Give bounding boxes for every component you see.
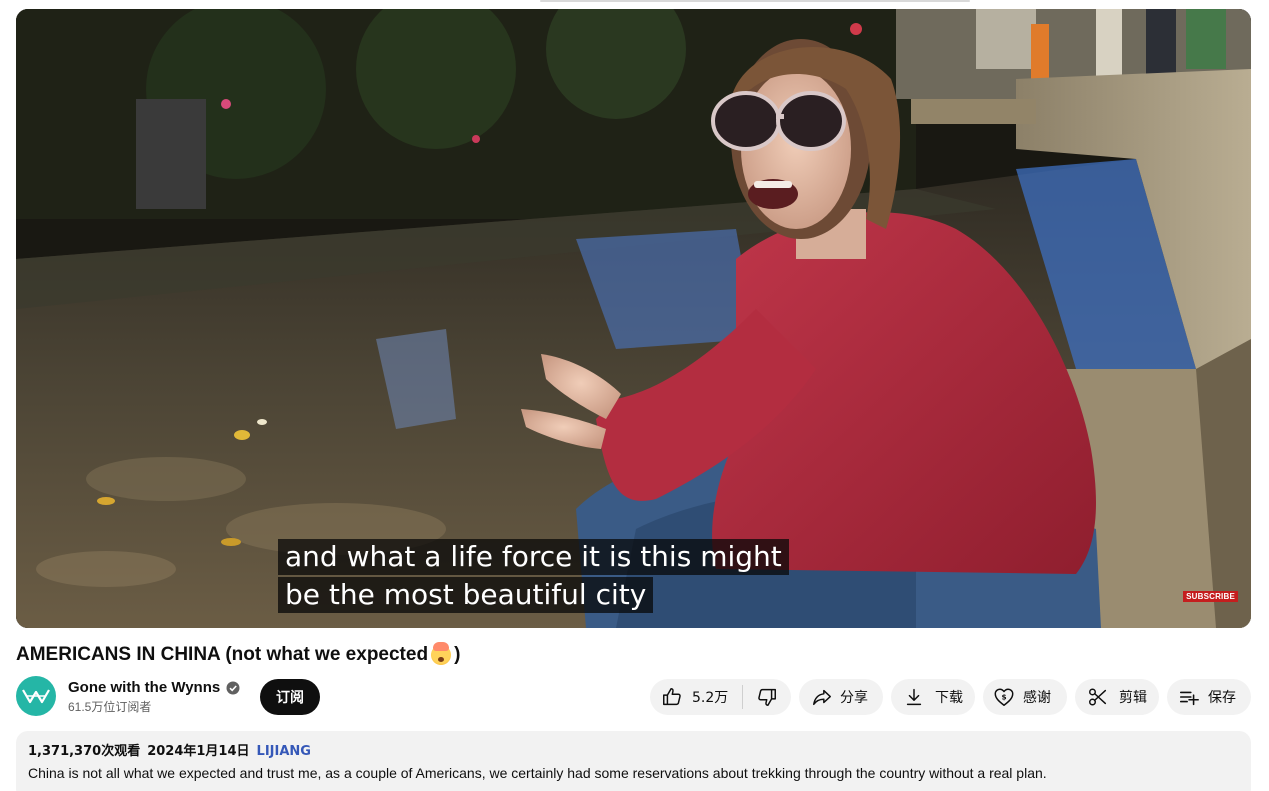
view-count: 1,371,370次观看 — [28, 744, 141, 759]
subscribe-watermark[interactable]: SUBSCRIBE — [1183, 591, 1238, 602]
share-arrow-icon — [813, 689, 831, 706]
svg-text:$: $ — [1001, 692, 1006, 701]
caption-line-1: and what a life force it is this might — [278, 539, 789, 575]
video-title: AMERICANS IN CHINA (not what we expected… — [16, 642, 716, 668]
exploding-head-emoji-icon — [431, 642, 452, 665]
top-overlay-edge — [540, 0, 970, 2]
like-dislike-group: 5.2万 — [650, 679, 791, 715]
channel-name[interactable]: Gone with the Wynns — [68, 678, 240, 698]
download-label: 下载 — [935, 690, 963, 706]
description-text: China is not all what we expected and tr… — [28, 765, 1047, 781]
clip-label: 剪辑 — [1119, 690, 1147, 706]
download-button[interactable]: 下载 — [891, 679, 975, 715]
video-title-close-paren: ) — [454, 644, 461, 665]
like-count: 5.2万 — [692, 690, 729, 706]
save-button[interactable]: 保存 — [1167, 679, 1251, 715]
description-meta: 1,371,370次观看 2024年1月14日 LIJIANG — [28, 743, 1239, 761]
thanks-button[interactable]: $ 感谢 — [983, 679, 1067, 715]
subscriber-count: 61.5万位订阅者 — [68, 700, 152, 714]
thumbs-down-icon — [758, 688, 776, 706]
clip-button[interactable]: 剪辑 — [1075, 679, 1159, 715]
captions: and what a life force it is this might b… — [278, 539, 798, 613]
description-box[interactable]: 1,371,370次观看 2024年1月14日 LIJIANG China is… — [16, 731, 1251, 791]
video-frame — [16, 9, 1251, 628]
save-label: 保存 — [1208, 690, 1236, 706]
channel-name-text[interactable]: Gone with the Wynns — [68, 678, 220, 698]
playlist-add-icon — [1179, 691, 1199, 706]
heart-dollar-icon: $ — [994, 688, 1014, 706]
channel-logo-icon — [22, 689, 50, 704]
share-label: 分享 — [840, 690, 868, 706]
channel-avatar[interactable] — [16, 676, 56, 716]
location-link[interactable]: LIJIANG — [257, 743, 311, 761]
upload-date: 2024年1月14日 — [147, 744, 250, 759]
scissors-icon — [1089, 688, 1107, 706]
video-title-text: AMERICANS IN CHINA (not what we expected — [16, 644, 429, 665]
share-button[interactable]: 分享 — [799, 679, 883, 715]
caption-line-2: be the most beautiful city — [278, 577, 654, 613]
thanks-label: 感谢 — [1023, 690, 1051, 706]
dislike-button[interactable] — [743, 679, 791, 715]
subscribe-button[interactable]: 订阅 — [260, 679, 320, 715]
thumbs-up-icon — [663, 688, 681, 706]
download-icon — [906, 688, 922, 706]
video-player[interactable]: and what a life force it is this might b… — [16, 9, 1251, 628]
verified-check-icon — [226, 681, 240, 695]
like-button[interactable]: 5.2万 — [650, 679, 742, 715]
